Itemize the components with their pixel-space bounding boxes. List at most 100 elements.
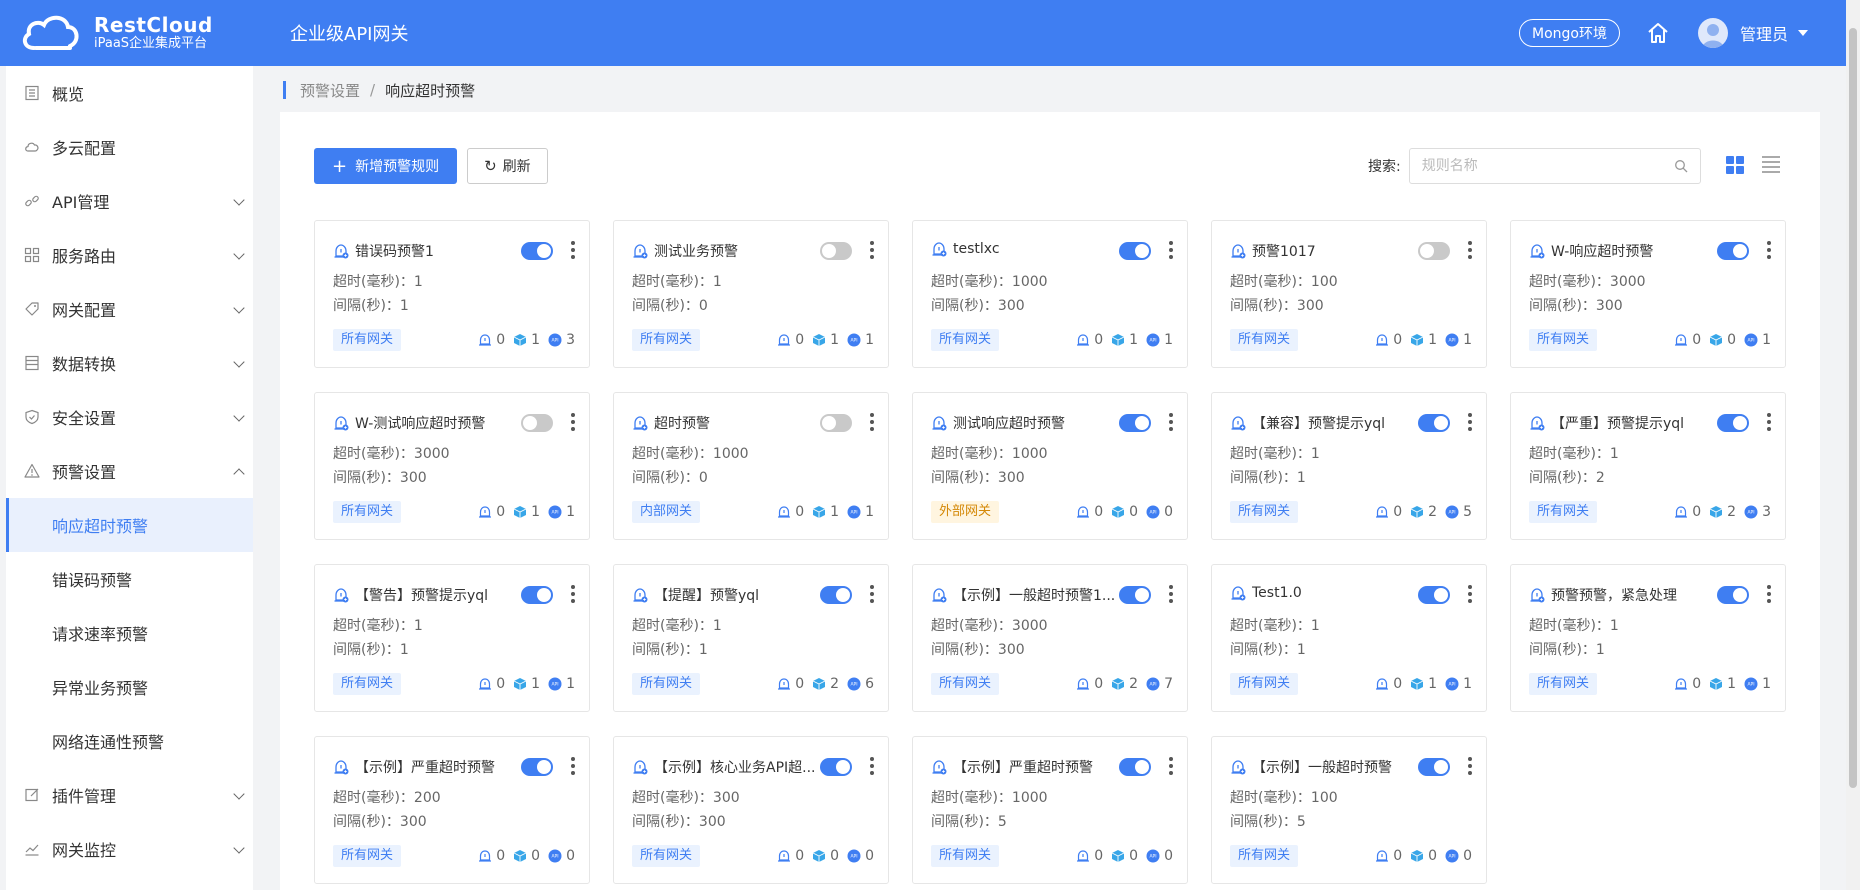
rule-card[interactable]: 预警1017 超时(毫秒)：100 间隔(秒)：300 所有网关 0 1 API… [1211,220,1487,368]
rule-card[interactable]: 测试业务预警 超时(毫秒)：1 间隔(秒)：0 所有网关 0 1 API 1 [613,220,889,368]
sidebar-item-data-transform[interactable]: 数据转换 [6,336,253,390]
rule-card[interactable]: W-响应超时预警 超时(毫秒)：3000 间隔(秒)：300 所有网关 0 0 … [1510,220,1786,368]
more-vertical-icon[interactable] [870,757,874,775]
rule-card[interactable]: 【示例】一般超时预警 超时(毫秒)：100 间隔(秒)：5 所有网关 0 0 A… [1211,736,1487,884]
rule-enable-toggle[interactable] [820,586,852,604]
sidebar-item-overview[interactable]: 概览 [6,66,253,120]
more-vertical-icon[interactable] [870,585,874,603]
list-view-icon[interactable] [1762,156,1780,174]
rule-card[interactable]: 【示例】核心业务API超... 超时(毫秒)：300 间隔(秒)：300 所有网… [613,736,889,884]
page-scrollbar[interactable] [1846,0,1860,890]
sidebar-item-api-management[interactable]: API管理 [6,174,253,228]
rule-timeout: 超时(毫秒)：1 [1529,446,1619,462]
more-vertical-icon[interactable] [1468,241,1472,259]
alarm-count: 0 [795,504,805,520]
grid-view-icon[interactable] [1726,156,1744,174]
rule-title: 【提醒】预警yql [654,588,760,604]
refresh-button[interactable]: ↻ 刷新 [467,148,548,184]
rule-card[interactable]: 超时预警 超时(毫秒)：1000 间隔(秒)：0 内部网关 0 1 API 1 [613,392,889,540]
rule-card[interactable]: 【提醒】预警yql 超时(毫秒)：1 间隔(秒)：1 所有网关 0 2 API … [613,564,889,712]
more-vertical-icon[interactable] [571,413,575,431]
rule-enable-toggle[interactable] [1418,758,1450,776]
more-vertical-icon[interactable] [571,757,575,775]
more-vertical-icon[interactable] [1468,413,1472,431]
rule-enable-toggle[interactable] [521,242,553,260]
rule-card[interactable]: W-测试响应超时预警 超时(毫秒)：3000 间隔(秒)：300 所有网关 0 … [314,392,590,540]
search-icon[interactable] [1674,159,1688,173]
more-vertical-icon[interactable] [1468,585,1472,603]
rule-enable-toggle[interactable] [1119,242,1151,260]
sidebar-subitem-abnormal-business[interactable]: 异常业务预警 [6,660,253,714]
rule-card[interactable]: 测试响应超时预警 超时(毫秒)：1000 间隔(秒)：300 外部网关 0 0 … [912,392,1188,540]
more-vertical-icon[interactable] [571,585,575,603]
rule-enable-toggle[interactable] [1418,414,1450,432]
chevron-down-icon[interactable] [1798,30,1808,36]
rule-enable-toggle[interactable] [1418,242,1450,260]
svg-text:API: API [552,682,559,688]
rule-enable-toggle[interactable] [820,242,852,260]
rule-card[interactable]: 预警预警，紧急处理 超时(毫秒)：1 间隔(秒)：1 所有网关 0 1 API … [1510,564,1786,712]
more-vertical-icon[interactable] [870,413,874,431]
more-vertical-icon[interactable] [1468,757,1472,775]
brand-logo[interactable]: RestCloud iPaaS企业集成平台 [20,12,270,54]
sidebar-item-gateway-config[interactable]: 网关配置 [6,282,253,336]
rule-enable-toggle[interactable] [521,414,553,432]
rule-card[interactable]: 【示例】严重超时预警 超时(毫秒)：200 间隔(秒)：300 所有网关 0 0… [314,736,590,884]
alarm-icon [1231,760,1246,775]
rule-card[interactable]: 【示例】严重超时预警 超时(毫秒)：1000 间隔(秒)：5 所有网关 0 0 … [912,736,1188,884]
rule-card[interactable]: 【警告】预警提示yql 超时(毫秒)：1 间隔(秒)：1 所有网关 0 1 AP… [314,564,590,712]
rule-card[interactable]: 【示例】一般超时预警1... 超时(毫秒)：3000 间隔(秒)：300 所有网… [912,564,1188,712]
rule-card[interactable]: testlxc 超时(毫秒)：1000 间隔(秒)：300 所有网关 0 1 A… [912,220,1188,368]
more-vertical-icon[interactable] [1169,585,1173,603]
rule-card[interactable]: Test1.0 超时(毫秒)：1 间隔(秒)：1 所有网关 0 1 API 1 [1211,564,1487,712]
gateway-scope-tag: 所有网关 [1230,501,1299,523]
more-vertical-icon[interactable] [1767,241,1771,259]
more-vertical-icon[interactable] [1169,757,1173,775]
rule-stats: 0 1 API 1 [1375,676,1472,692]
service-count: 0 [830,848,840,864]
sidebar-item-security[interactable]: 安全设置 [6,390,253,444]
sidebar-item-plugin-management[interactable]: 插件管理 [6,768,253,822]
avatar[interactable] [1697,18,1728,48]
search-input[interactable] [1421,158,1674,174]
alarm-count: 0 [1692,332,1702,348]
more-vertical-icon[interactable] [1169,241,1173,259]
more-vertical-icon[interactable] [1169,413,1173,431]
more-vertical-icon[interactable] [571,241,575,259]
more-vertical-icon[interactable] [1767,585,1771,603]
sidebar-subitem-request-rate[interactable]: 请求速率预警 [6,606,253,660]
alarm-count: 0 [496,848,506,864]
rule-card[interactable]: 【严重】预警提示yql 超时(毫秒)：1 间隔(秒)：2 所有网关 0 2 AP… [1510,392,1786,540]
more-vertical-icon[interactable] [1767,413,1771,431]
sidebar-item-service-routing[interactable]: 服务路由 [6,228,253,282]
rule-enable-toggle[interactable] [1119,414,1151,432]
scrollbar-thumb[interactable] [1849,28,1857,788]
more-vertical-icon[interactable] [870,241,874,259]
rule-enable-toggle[interactable] [521,586,553,604]
user-menu-label[interactable]: 管理员 [1740,21,1788,45]
rule-enable-toggle[interactable] [1119,758,1151,776]
rule-enable-toggle[interactable] [1418,586,1450,604]
search-box[interactable] [1408,148,1701,184]
sidebar-subitem-response-timeout[interactable]: 响应超时预警 [6,498,253,552]
sidebar-subitem-error-code[interactable]: 错误码预警 [6,552,253,606]
sidebar-item-alert-settings[interactable]: 预警设置 [6,444,253,498]
rule-enable-toggle[interactable] [1717,586,1749,604]
environment-button[interactable]: Mongo环境 [1519,19,1620,47]
rule-card[interactable]: 错误码预警1 超时(毫秒)：1 间隔(秒)：1 所有网关 0 1 API 3 [314,220,590,368]
rule-enable-toggle[interactable] [1717,242,1749,260]
add-rule-button[interactable]: + 新增预警规则 [314,148,458,184]
rule-enable-toggle[interactable] [1717,414,1749,432]
rule-card[interactable]: 【兼容】预警提示yql 超时(毫秒)：1 间隔(秒)：1 所有网关 0 2 AP… [1211,392,1487,540]
home-icon[interactable] [1646,21,1670,45]
sidebar-subitem-network-connectivity[interactable]: 网络连通性预警 [6,714,253,768]
sidebar-item-multicloud[interactable]: 多云配置 [6,120,253,174]
rule-enable-toggle[interactable] [820,414,852,432]
breadcrumb-parent[interactable]: 预警设置 [300,80,360,101]
rule-enable-toggle[interactable] [521,758,553,776]
rule-enable-toggle[interactable] [1119,586,1151,604]
rule-interval: 间隔(秒)：0 [632,298,708,314]
sidebar-item-gateway-monitor[interactable]: 网关监控 [6,822,253,876]
rule-enable-toggle[interactable] [820,758,852,776]
service-count: 2 [1727,504,1737,520]
